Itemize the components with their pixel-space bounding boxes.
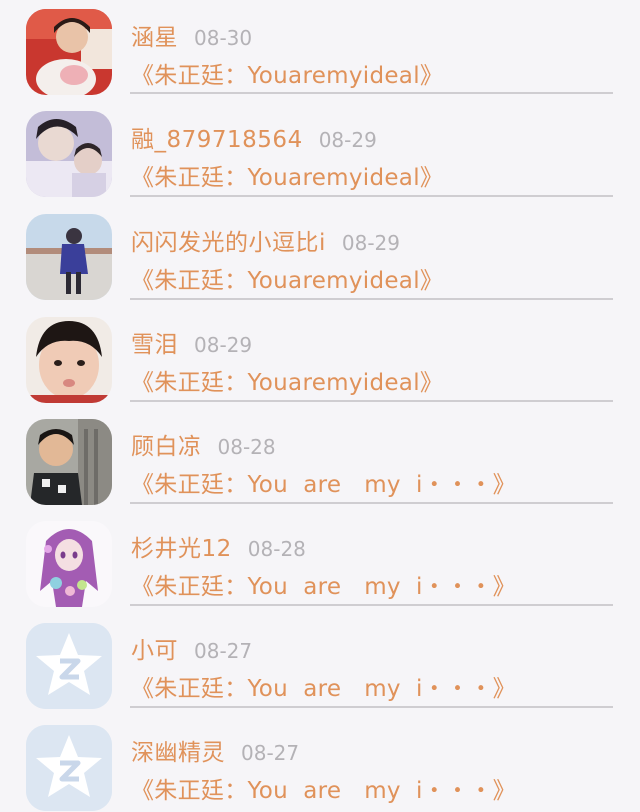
comment-text[interactable]: 《朱正廷：Youaremyideal》 — [131, 158, 443, 192]
divider — [130, 604, 613, 606]
comment-date: 08-28 — [247, 537, 306, 561]
list-item[interactable]: 杉井光12 08-28 《朱正廷：You are my i・・・》 — [0, 511, 640, 613]
comment-date: 08-28 — [217, 435, 276, 459]
comment-text[interactable]: 《朱正廷：Youaremyideal》 — [131, 56, 443, 90]
default-star-icon[interactable] — [26, 623, 112, 709]
avatar[interactable] — [26, 9, 112, 95]
comment-date: 08-29 — [194, 333, 253, 357]
divider — [130, 706, 613, 708]
default-star-icon[interactable] — [26, 725, 112, 811]
avatar[interactable] — [26, 317, 112, 403]
comment-date: 08-30 — [194, 26, 253, 50]
list-item[interactable]: 雪泪 08-29 《朱正廷：Youaremyideal》 — [0, 307, 640, 409]
avatar[interactable] — [26, 111, 112, 197]
divider — [130, 195, 613, 197]
comment-text[interactable]: 《朱正廷：You are my i・・・》 — [131, 669, 516, 703]
username[interactable]: 深幽精灵 — [131, 733, 225, 767]
username[interactable]: 小可 — [131, 631, 178, 665]
comment-text[interactable]: 《朱正廷：Youaremyideal》 — [131, 261, 443, 295]
comment-text[interactable]: 《朱正廷：You are my i・・・》 — [131, 465, 516, 499]
divider — [130, 502, 613, 504]
avatar[interactable] — [26, 419, 112, 505]
username[interactable]: 涵星 — [131, 18, 178, 52]
list-item[interactable]: 涵星 08-30 《朱正廷：Youaremyideal》 — [0, 0, 640, 102]
list-item[interactable]: 顾白凉 08-28 《朱正廷：You are my i・・・》 — [0, 409, 640, 511]
list-item[interactable]: 闪闪发光的小逗比i 08-29 《朱正廷：Youaremyideal》 — [0, 205, 640, 307]
comment-date: 08-27 — [241, 741, 300, 765]
comment-date: 08-29 — [341, 231, 401, 255]
avatar[interactable] — [26, 521, 112, 607]
comment-text[interactable]: 《朱正廷：Youaremyideal》 — [131, 363, 443, 397]
divider — [130, 298, 613, 300]
comment-list: 涵星 08-30 《朱正廷：Youaremyideal》 融_879718564… — [0, 0, 640, 812]
list-item[interactable]: 小可 08-27 《朱正廷：You are my i・・・》 — [0, 613, 640, 715]
username[interactable]: 融_879718564 — [131, 120, 303, 154]
list-item[interactable]: 深幽精灵 08-27 《朱正廷：You are my i・・・》 — [0, 715, 640, 812]
divider — [130, 400, 613, 402]
username[interactable]: 杉井光12 — [131, 529, 232, 563]
comment-text[interactable]: 《朱正廷：You are my i・・・》 — [131, 771, 516, 805]
avatar[interactable] — [26, 214, 112, 300]
comment-text[interactable]: 《朱正廷：You are my i・・・》 — [131, 567, 516, 601]
username[interactable]: 闪闪发光的小逗比i — [131, 223, 326, 257]
divider — [130, 92, 613, 94]
comment-date: 08-29 — [318, 128, 377, 152]
username[interactable]: 雪泪 — [131, 325, 178, 359]
comment-date: 08-27 — [194, 639, 253, 663]
username[interactable]: 顾白凉 — [131, 427, 202, 461]
list-item[interactable]: 融_879718564 08-29 《朱正廷：Youaremyideal》 — [0, 102, 640, 204]
